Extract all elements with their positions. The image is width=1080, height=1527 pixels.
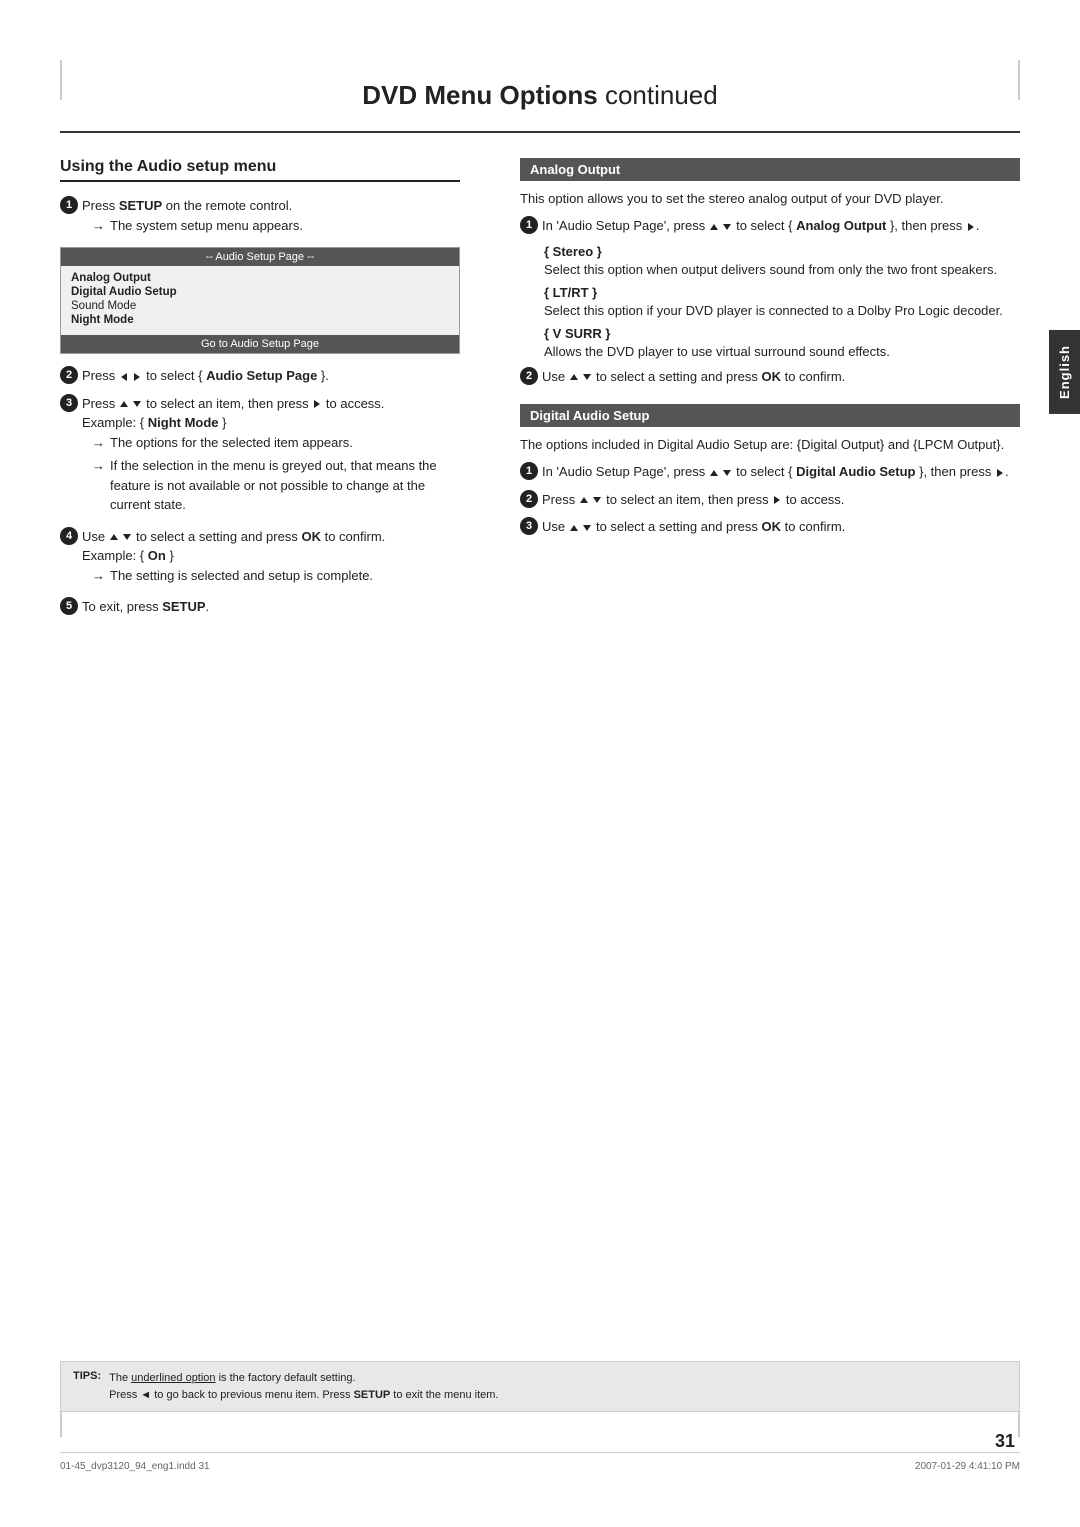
- tips-line1: The underlined option is the factory def…: [109, 1370, 498, 1387]
- arrow-right-icon-d1: [997, 469, 1003, 477]
- arrow-down-icon-d1: [723, 470, 731, 476]
- arrow-access-icon-3: [314, 400, 320, 408]
- menu-box-header: -- Audio Setup Page --: [61, 248, 459, 266]
- step-1-content: Press SETUP on the remote control. The s…: [82, 196, 460, 239]
- footer-info: 01-45_dvp3120_94_eng1.indd 31 2007-01-29…: [60, 1452, 1020, 1472]
- analog-step-1: 1 In 'Audio Setup Page', press to select…: [520, 216, 1020, 236]
- footer-right: 2007-01-29 4:41:10 PM: [915, 1461, 1020, 1472]
- digital-audio-intro: The options included in Digital Audio Se…: [520, 437, 1020, 452]
- arrow-up-icon-d2: [580, 497, 588, 503]
- english-tab: English: [1049, 330, 1080, 414]
- tips-box: TIPS: The underlined option is the facto…: [60, 1361, 1020, 1412]
- arrow-right-icon: [134, 373, 140, 381]
- digital-step-2-content: Press to select an item, then press to a…: [542, 490, 1020, 510]
- menu-box-footer: Go to Audio Setup Page: [61, 335, 459, 353]
- page-title-bold: DVD Menu Options: [362, 80, 597, 110]
- main-content: Using the Audio setup menu 1 Press SETUP…: [60, 133, 1020, 625]
- ltrt-text: Select this option if your DVD player is…: [544, 303, 1020, 318]
- digital-step-1-number: 1: [520, 462, 538, 480]
- section-heading-audio: Using the Audio setup menu: [60, 158, 460, 182]
- analog-output-header: Analog Output: [520, 158, 1020, 181]
- top-border-left: [60, 60, 62, 100]
- top-border-right: [1018, 60, 1020, 100]
- step-5-content: To exit, press SETUP.: [82, 597, 460, 617]
- menu-box: -- Audio Setup Page -- Analog Output Dig…: [60, 247, 460, 354]
- digital-step-1-content: In 'Audio Setup Page', press to select {…: [542, 462, 1020, 482]
- left-column: Using the Audio setup menu 1 Press SETUP…: [60, 158, 480, 625]
- analog-step-2-number: 2: [520, 367, 538, 385]
- arrow-up-icon-d1: [710, 470, 718, 476]
- analog-sub-items: { Stereo } Select this option when outpu…: [520, 244, 1020, 359]
- footer-left: 01-45_dvp3120_94_eng1.indd 31: [60, 1461, 210, 1472]
- digital-step-3-content: Use to select a setting and press OK to …: [542, 517, 1020, 537]
- step-2-content: Press to select { Audio Setup Page }.: [82, 366, 460, 386]
- tips-content: The underlined option is the factory def…: [109, 1370, 498, 1403]
- analog-step-1-content: In 'Audio Setup Page', press to select {…: [542, 216, 1020, 236]
- menu-item-digital: Digital Audio Setup: [71, 285, 449, 299]
- arrow-up-icon-a2: [570, 374, 578, 380]
- arrow-down-icon-a1: [723, 224, 731, 230]
- vsurr-heading: { V SURR }: [544, 326, 1020, 341]
- vsurr-text: Allows the DVD player to use virtual sur…: [544, 344, 1020, 359]
- arrow-down-icon-d3: [583, 525, 591, 531]
- digital-step-1: 1 In 'Audio Setup Page', press to select…: [520, 462, 1020, 482]
- stereo-heading: { Stereo }: [544, 244, 1020, 259]
- tips-label: TIPS:: [73, 1370, 101, 1382]
- step-3-bullet1: The options for the selected item appear…: [82, 433, 460, 453]
- step-3-content: Press to select an item, then press to a…: [82, 394, 460, 519]
- page-title-continued: continued: [605, 80, 718, 110]
- step-3-bullet2: If the selection in the menu is greyed o…: [82, 456, 460, 515]
- stereo-text: Select this option when output delivers …: [544, 262, 1020, 277]
- arrow-down-icon-d2: [593, 497, 601, 503]
- analog-step-2: 2 Use to select a setting and press OK t…: [520, 367, 1020, 387]
- menu-box-body: Analog Output Digital Audio Setup Sound …: [61, 266, 459, 335]
- step-4: 4 Use to select a setting and press OK t…: [60, 527, 460, 590]
- arrow-right-icon-d2: [774, 496, 780, 504]
- step-4-bullet: The setting is selected and setup is com…: [82, 566, 460, 586]
- step-3-number: 3: [60, 394, 78, 412]
- arrow-right-icon-a1: [968, 223, 974, 231]
- arrow-down-icon-a2: [583, 374, 591, 380]
- analog-output-intro: This option allows you to set the stereo…: [520, 191, 1020, 206]
- digital-step-3: 3 Use to select a setting and press OK t…: [520, 517, 1020, 537]
- page-title: DVD Menu Options continued: [120, 80, 960, 111]
- step-3: 3 Press to select an item, then press to…: [60, 394, 460, 519]
- digital-audio-section: Digital Audio Setup The options included…: [520, 404, 1020, 537]
- menu-item-night: Night Mode: [71, 313, 449, 327]
- step-1-number: 1: [60, 196, 78, 214]
- page-container: English DVD Menu Options continued Using…: [0, 0, 1080, 1527]
- step-5-number: 5: [60, 597, 78, 615]
- arrow-up-icon-4: [110, 534, 118, 540]
- step-1: 1 Press SETUP on the remote control. The…: [60, 196, 460, 239]
- arrow-up-icon-d3: [570, 525, 578, 531]
- arrow-up-icon-a1: [710, 224, 718, 230]
- step-4-content: Use to select a setting and press OK to …: [82, 527, 460, 590]
- digital-step-3-number: 3: [520, 517, 538, 535]
- digital-step-2: 2 Press to select an item, then press to…: [520, 490, 1020, 510]
- right-column: Analog Output This option allows you to …: [510, 158, 1020, 625]
- step-2: 2 Press to select { Audio Setup Page }.: [60, 366, 460, 386]
- ltrt-heading: { LT/RT }: [544, 285, 1020, 300]
- step-5: 5 To exit, press SETUP.: [60, 597, 460, 617]
- analog-step-1-number: 1: [520, 216, 538, 234]
- digital-audio-header: Digital Audio Setup: [520, 404, 1020, 427]
- step-2-number: 2: [60, 366, 78, 384]
- menu-item-sound: Sound Mode: [71, 299, 449, 313]
- step-4-number: 4: [60, 527, 78, 545]
- step-1-bullet: The system setup menu appears.: [82, 216, 460, 236]
- analog-output-section: Analog Output This option allows you to …: [520, 158, 1020, 386]
- tips-line2: Press ◄ to go back to previous menu item…: [109, 1387, 498, 1404]
- page-number: 31: [995, 1431, 1015, 1452]
- page-title-area: DVD Menu Options continued: [60, 0, 1020, 133]
- arrow-down-icon-4: [123, 534, 131, 540]
- arrow-up-icon-3: [120, 401, 128, 407]
- analog-step-2-content: Use to select a setting and press OK to …: [542, 367, 1020, 387]
- arrow-left-icon: [121, 373, 127, 381]
- menu-item-analog: Analog Output: [71, 271, 449, 285]
- arrow-down-icon-3: [133, 401, 141, 407]
- digital-step-2-number: 2: [520, 490, 538, 508]
